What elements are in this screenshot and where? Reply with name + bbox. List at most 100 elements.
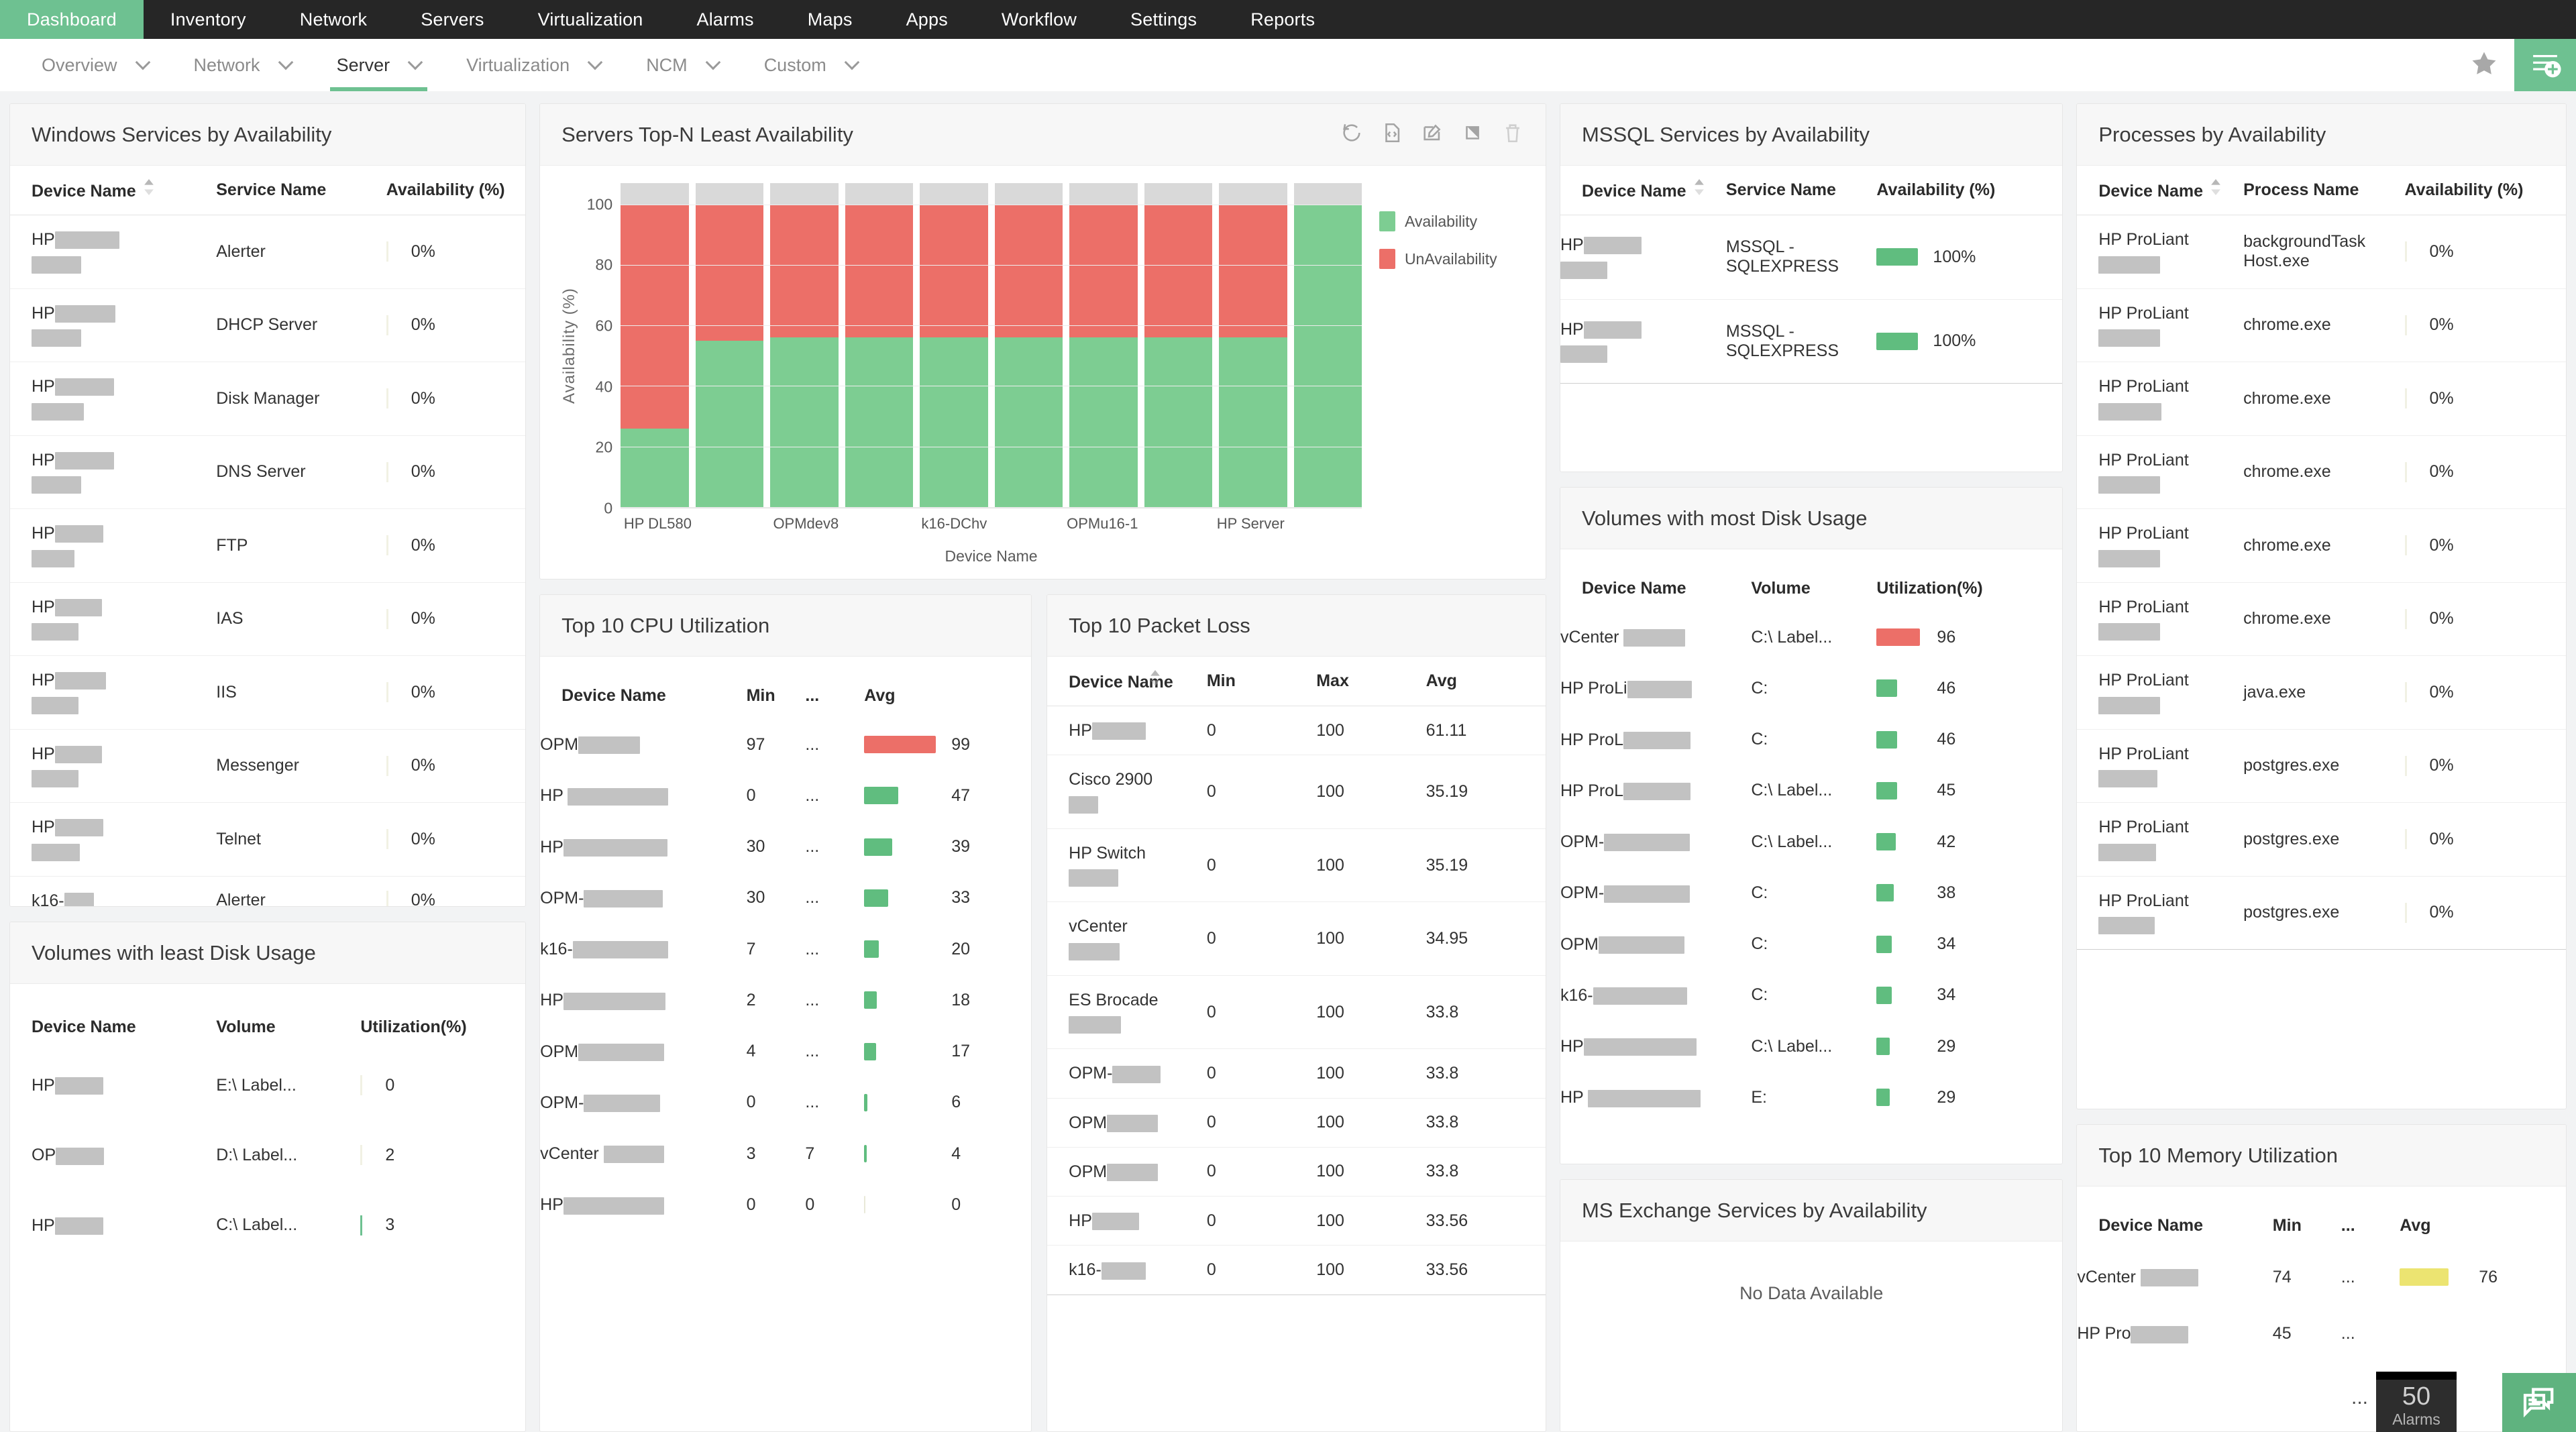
- table-row[interactable]: vCenter 3 7 4: [540, 1128, 1031, 1179]
- subnav-tab-ncm[interactable]: NCM: [623, 39, 741, 91]
- subnav-tab-virtualization[interactable]: Virtualization: [443, 39, 623, 91]
- subnav-tab-network[interactable]: Network: [171, 39, 314, 91]
- table-row[interactable]: OPM C: 34: [1560, 919, 2062, 970]
- table-row[interactable]: HP IIS 0%: [10, 655, 526, 730]
- table-row[interactable]: HP MSSQL - SQLEXPRESS 100%: [1560, 299, 2063, 384]
- edit-icon[interactable]: [1421, 121, 1444, 148]
- table-row[interactable]: k16- C: 34: [1560, 970, 2062, 1021]
- topnav-item-reports[interactable]: Reports: [1224, 0, 1342, 39]
- table-row[interactable]: k16- 7... 20: [540, 924, 1031, 975]
- table-row[interactable]: HP ProLiant postgres.exe 0%: [2077, 729, 2566, 803]
- table-row[interactable]: HP C:\ Label... 3: [10, 1191, 525, 1260]
- topnav-item-servers[interactable]: Servers: [394, 0, 511, 39]
- table-row[interactable]: Cisco 2900 0 100 35.19: [1047, 755, 1546, 829]
- chart-bar[interactable]: [1219, 183, 1287, 507]
- legend-item-availability[interactable]: Availability: [1379, 211, 1529, 231]
- alarms-badge[interactable]: 50 Alarms: [2376, 1372, 2457, 1432]
- resize-icon[interactable]: [1461, 121, 1484, 148]
- table-row[interactable]: ES Brocade 0 100 33.8: [1047, 975, 1546, 1050]
- table-row[interactable]: HP ProLiant chrome.exe 0%: [2077, 362, 2566, 436]
- sort-icon[interactable]: [1693, 179, 1705, 200]
- table-row[interactable]: HP DHCP Server 0%: [10, 288, 526, 362]
- subnav-tab-custom[interactable]: Custom: [741, 39, 880, 91]
- table-row[interactable]: vCenter 74... 76: [2077, 1249, 2566, 1305]
- sort-icon[interactable]: [143, 179, 155, 200]
- col-device-name[interactable]: Device Name: [1560, 166, 1726, 215]
- sort-icon[interactable]: [2210, 179, 2222, 200]
- table-row[interactable]: HP MSSQL - SQLEXPRESS 100%: [1560, 215, 2063, 300]
- chevron-down-icon[interactable]: [407, 54, 423, 70]
- chart-bar[interactable]: [1144, 183, 1213, 507]
- table-row[interactable]: HP Telnet 0%: [10, 802, 526, 877]
- chart-bar[interactable]: [770, 183, 839, 507]
- table-row[interactable]: OPM- C: 38: [1560, 867, 2062, 918]
- table-row[interactable]: HP DNS Server 0%: [10, 435, 526, 509]
- chart-bar[interactable]: [695, 183, 764, 507]
- table-row[interactable]: HP ProLiant chrome.exe 0%: [2077, 288, 2566, 362]
- table-row[interactable]: HP Messenger 0%: [10, 729, 526, 803]
- table-row[interactable]: OPM- 0 100 33.8: [1047, 1048, 1546, 1099]
- chevron-down-icon[interactable]: [278, 54, 293, 70]
- chart-bar[interactable]: [845, 183, 914, 507]
- col-device-name[interactable]: Device Name: [10, 166, 217, 215]
- chart-bar[interactable]: [1069, 183, 1138, 507]
- topnav-item-maps[interactable]: Maps: [781, 0, 879, 39]
- table-row[interactable]: OPM 0 100 33.8: [1047, 1098, 1546, 1148]
- table-row[interactable]: HP 0 0 0: [540, 1179, 1031, 1230]
- table-row[interactable]: k16- Alerter 0%: [10, 876, 526, 906]
- chevron-down-icon[interactable]: [844, 54, 860, 70]
- table-row[interactable]: HP FTP 0%: [10, 508, 526, 583]
- table-row[interactable]: k16- 0 100 33.56: [1047, 1245, 1546, 1295]
- topnav-item-network[interactable]: Network: [273, 0, 394, 39]
- topnav-item-dashboard[interactable]: Dashboard: [0, 0, 144, 39]
- table-row[interactable]: HP 30... 39: [540, 822, 1031, 873]
- table-row[interactable]: HP ProLiant chrome.exe 0%: [2077, 508, 2566, 583]
- chart-bar[interactable]: [920, 183, 988, 507]
- subnav-tab-server[interactable]: Server: [314, 39, 444, 91]
- table-row[interactable]: HP ProL C: 46: [1560, 714, 2062, 765]
- table-row[interactable]: HP ProLiant chrome.exe 0%: [2077, 582, 2566, 656]
- table-row[interactable]: HP IAS 0%: [10, 582, 526, 656]
- table-row[interactable]: HP Alerter 0%: [10, 215, 526, 289]
- add-widget-button[interactable]: [2514, 39, 2576, 91]
- chevron-down-icon[interactable]: [587, 54, 603, 70]
- topnav-item-settings[interactable]: Settings: [1104, 0, 1224, 39]
- table-row[interactable]: HP ProLiant chrome.exe 0%: [2077, 435, 2566, 509]
- col-device-name[interactable]: Device Name: [2077, 166, 2244, 215]
- table-row[interactable]: OP D:\ Label... 2: [10, 1120, 525, 1190]
- topnav-item-workflow[interactable]: Workflow: [975, 0, 1104, 39]
- table-row[interactable]: HP 0 100 33.56: [1047, 1196, 1546, 1246]
- chevron-down-icon[interactable]: [705, 54, 721, 70]
- topnav-item-apps[interactable]: Apps: [879, 0, 975, 39]
- table-row[interactable]: HP ProL C:\ Label... 45: [1560, 765, 2062, 816]
- table-row[interactable]: HP E: 29: [1560, 1072, 2062, 1123]
- refresh-icon[interactable]: [1340, 121, 1363, 148]
- table-row[interactable]: HP ProLiant backgroundTask Host.exe 0%: [2077, 215, 2566, 289]
- table-row[interactable]: HP Switch 0 100 35.19: [1047, 828, 1546, 903]
- chat-button[interactable]: [2502, 1373, 2576, 1432]
- table-row[interactable]: HP 0... 47: [540, 770, 1031, 821]
- table-row[interactable]: OPM 4... 17: [540, 1026, 1031, 1077]
- topnav-item-virtualization[interactable]: Virtualization: [511, 0, 670, 39]
- table-row[interactable]: OPM- 30... 33: [540, 873, 1031, 924]
- table-row[interactable]: HP 0 100 61.11: [1047, 706, 1546, 756]
- legend-item-unavailability[interactable]: UnAvailability: [1379, 249, 1529, 269]
- table-row[interactable]: HP Pro 45...: [2077, 1305, 2566, 1362]
- table-row[interactable]: HP Disk Manager 0%: [10, 362, 526, 436]
- table-row[interactable]: vCenter 0 100 34.95: [1047, 901, 1546, 976]
- table-row[interactable]: OPM 97... 99: [540, 719, 1031, 770]
- table-row[interactable]: OPM- C:\ Label... 42: [1560, 816, 2062, 867]
- table-row[interactable]: vCenter C:\ Label... 96: [1560, 612, 2062, 663]
- sort-icon[interactable]: [1149, 670, 1161, 691]
- embed-code-icon[interactable]: [1381, 121, 1403, 148]
- table-row[interactable]: HP ProLiant postgres.exe 0%: [2077, 802, 2566, 877]
- chart-bar[interactable]: [621, 183, 689, 507]
- chart-bar[interactable]: [1293, 183, 1362, 507]
- table-row[interactable]: HP ProLiant java.exe 0%: [2077, 655, 2566, 730]
- table-row[interactable]: HP C:\ Label... 29: [1560, 1021, 2062, 1072]
- table-row[interactable]: HP ProLi C: 46: [1560, 663, 2062, 714]
- table-row[interactable]: HP 2... 18: [540, 975, 1031, 1026]
- col-device-name[interactable]: Device Name: [1047, 657, 1207, 706]
- favorite-button[interactable]: [2454, 39, 2514, 91]
- chart-bar[interactable]: [994, 183, 1063, 507]
